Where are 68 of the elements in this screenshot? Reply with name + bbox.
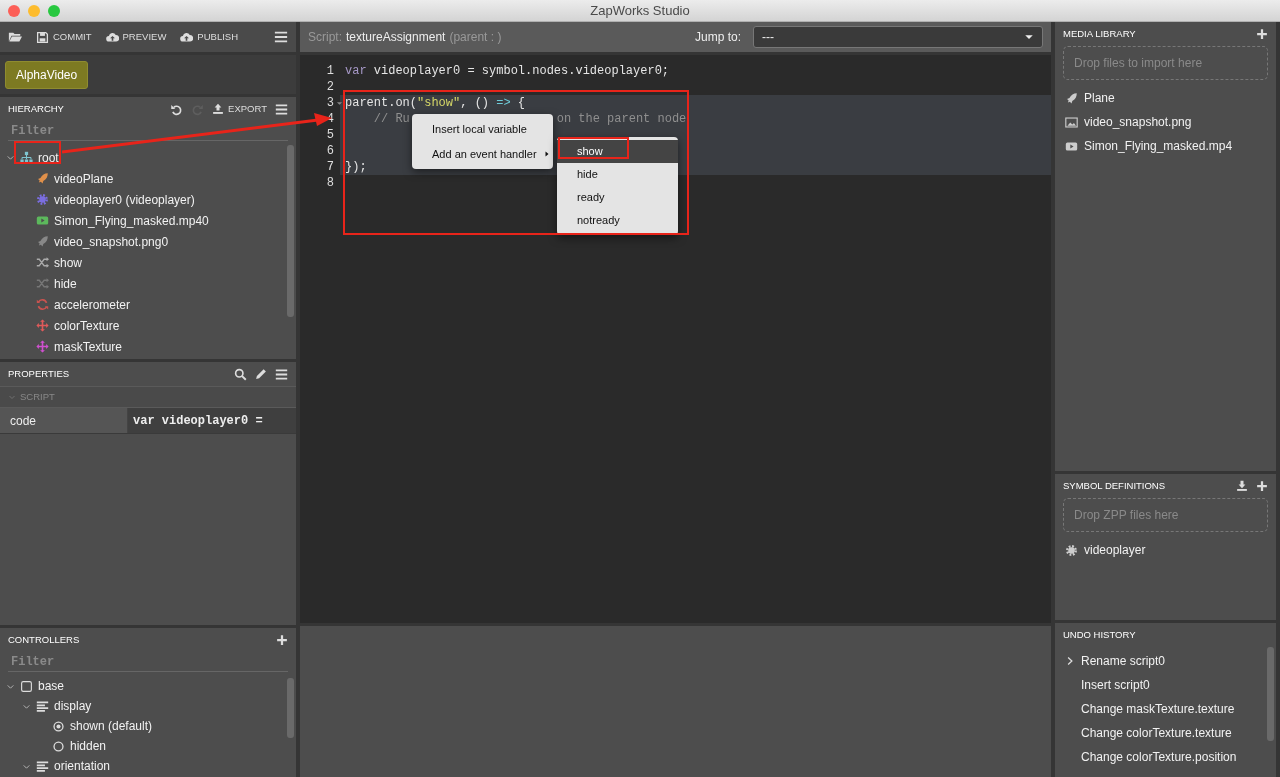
media-item[interactable]: Simon_Flying_masked.mp4: [1084, 137, 1233, 155]
tree-item[interactable]: videoPlane: [54, 169, 114, 188]
jump-label: Jump to:: [694, 29, 741, 46]
panel-title: UNDO HISTORY: [1063, 627, 1136, 642]
line-number: 2: [326, 79, 334, 95]
menu-item[interactable]: ready: [557, 186, 678, 209]
script-name: textureAssignment: [346, 29, 446, 46]
code-text: "show": [417, 96, 461, 110]
tree-item[interactable]: video_snapshot.png0: [54, 232, 169, 251]
history-item[interactable]: Change colorTexture.position: [1081, 748, 1237, 766]
media-item[interactable]: video_snapshot.png: [1084, 113, 1192, 131]
code-text: // Ru: [372, 112, 410, 126]
code-text: });: [345, 160, 367, 174]
panel-title: CONTROLLERS: [8, 632, 80, 647]
toolbar-button[interactable]: PUBLISH: [180, 29, 238, 45]
panel-title: PROPERTIES: [8, 366, 70, 381]
code-text: , (): [460, 96, 491, 110]
history-item[interactable]: Change colorTexture.texture: [1081, 724, 1232, 742]
code-text: on the parent node: [556, 112, 687, 126]
tree-item[interactable]: Simon_Flying_masked.mp40: [54, 211, 209, 230]
commit-button[interactable]: COMMIT: [36, 29, 92, 45]
script-label: Script:: [308, 29, 342, 46]
menu-item[interactable]: Add an event handler: [412, 141, 553, 166]
line-number: 5: [326, 127, 334, 143]
tree-item[interactable]: display: [54, 697, 92, 715]
export-button[interactable]: EXPORT: [212, 101, 267, 117]
history-item[interactable]: Insert script0: [1081, 676, 1150, 694]
menu-item[interactable]: Insert local variable: [412, 117, 553, 142]
tree-item[interactable]: orientation: [54, 757, 111, 775]
menu-item[interactable]: hide: [557, 163, 678, 186]
code-text: =>: [496, 96, 511, 110]
property-value[interactable]: var videoplayer0 =: [128, 408, 296, 433]
panel-title: HIERARCHY: [8, 101, 64, 116]
tree-item[interactable]: show: [54, 253, 82, 272]
tree-item[interactable]: hide: [54, 274, 77, 293]
line-number: 6: [326, 143, 334, 159]
code-text: parent.on(: [345, 96, 417, 110]
property-name: code: [0, 408, 128, 433]
code-text: {: [516, 96, 526, 110]
menu-item[interactable]: notready: [557, 209, 678, 232]
code-text: var: [345, 64, 367, 78]
media-item[interactable]: videoplayer: [1084, 541, 1146, 559]
media-item[interactable]: Plane: [1084, 89, 1115, 107]
project-button[interactable]: AlphaVideo: [5, 60, 89, 89]
tree-item[interactable]: base: [38, 677, 65, 695]
filter-field[interactable]: Filter: [8, 121, 288, 141]
tree-item[interactable]: maskTexture: [54, 337, 123, 356]
code-text: videoplayer0 = symbol.nodes.videoplayer0;: [372, 64, 670, 78]
tree-item[interactable]: hidden: [70, 737, 107, 755]
line-number: 3: [326, 95, 334, 111]
jump-select[interactable]: ---: [753, 26, 1043, 48]
tree-item[interactable]: accelerometer: [54, 295, 131, 314]
line-number: 1: [326, 63, 334, 79]
window-title: ZapWorks Studio: [590, 1, 690, 20]
history-item[interactable]: Rename script0: [1081, 652, 1166, 670]
menu-item[interactable]: show: [557, 140, 678, 163]
line-number: 8: [326, 175, 334, 191]
line-number: 7: [326, 159, 334, 175]
tree-item[interactable]: root: [38, 148, 59, 167]
panel-title: MEDIA LIBRARY: [1063, 26, 1136, 41]
parent-label: (parent : ): [449, 29, 502, 46]
toolbar-button[interactable]: PREVIEW: [105, 29, 167, 45]
panel-title: SYMBOL DEFINITIONS: [1063, 478, 1166, 493]
tree-item[interactable]: shown (default): [70, 717, 153, 735]
tree-item[interactable]: videoplayer0 (videoplayer): [54, 190, 195, 209]
filter-field[interactable]: Filter: [8, 652, 288, 672]
tree-item[interactable]: colorTexture: [54, 316, 120, 335]
history-item[interactable]: Change maskTexture.texture: [1081, 700, 1235, 718]
